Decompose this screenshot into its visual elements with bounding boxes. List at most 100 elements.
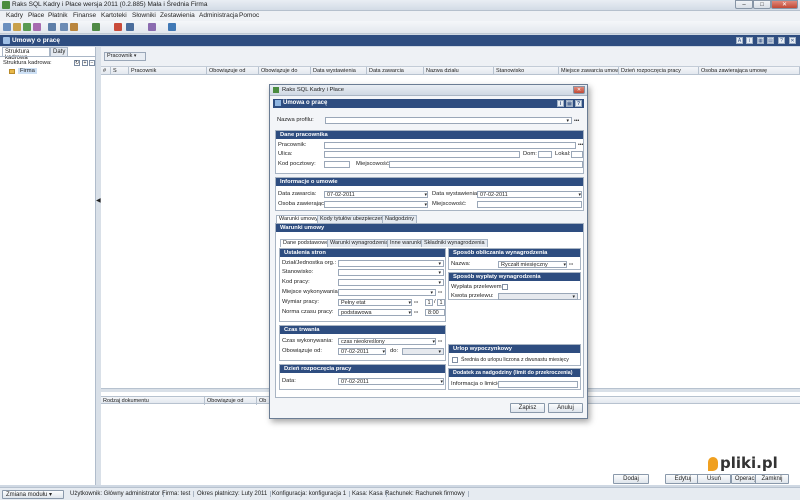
- street-input[interactable]: [324, 151, 520, 158]
- toolbar-icon-8[interactable]: [92, 23, 100, 31]
- menu-pomoc[interactable]: Pomoc: [239, 12, 259, 19]
- menu-kartoteki[interactable]: Kartoteki: [101, 12, 127, 19]
- workload-more-icon[interactable]: •••: [414, 299, 418, 304]
- postcode-input[interactable]: [324, 161, 350, 168]
- sort-icon[interactable]: A: [736, 37, 743, 44]
- refresh-icon[interactable]: ↻: [74, 60, 80, 66]
- toolbar-icon-10[interactable]: [126, 23, 134, 31]
- filter-pracownik[interactable]: Pracownik ▾: [104, 52, 146, 61]
- col-data-zawarcia[interactable]: Data zawarcia: [367, 67, 424, 75]
- employee-input[interactable]: [324, 142, 576, 149]
- close-icon[interactable]: ✕: [789, 37, 796, 44]
- col-b-obowiazuje-od[interactable]: Obowiązuje od: [205, 397, 257, 405]
- menu-place[interactable]: Płace: [28, 12, 44, 19]
- ratio-num[interactable]: 1: [425, 299, 433, 306]
- dialog-print-icon[interactable]: ▤: [566, 100, 573, 107]
- col-dzien-rozpoczecia[interactable]: Dzień rozpoczęcia pracy: [619, 67, 699, 75]
- workload-select[interactable]: Pełny etat ▾: [338, 299, 412, 306]
- duration-more-icon[interactable]: •••: [438, 338, 442, 343]
- col-obowiazuje-od[interactable]: Obowiązuje od: [207, 67, 259, 75]
- limit-input[interactable]: [498, 381, 578, 388]
- norm-hours[interactable]: 8:00: [425, 309, 445, 316]
- job-code-select[interactable]: ▾: [338, 279, 444, 286]
- toolbar-icon-11[interactable]: [148, 23, 156, 31]
- transfer-checkbox[interactable]: [502, 284, 508, 290]
- expand-icon[interactable]: +: [82, 60, 88, 66]
- duration-select[interactable]: czas nieokreślony ▾: [338, 338, 436, 345]
- employee-more-icon[interactable]: •••: [578, 142, 583, 148]
- toolbar-icon-7[interactable]: [70, 23, 78, 31]
- collapse-icon[interactable]: −: [89, 60, 95, 66]
- valid-from-input[interactable]: 07-02-2011 ▾: [338, 348, 386, 355]
- info-icon[interactable]: i: [746, 37, 753, 44]
- unit-select[interactable]: ▾: [338, 260, 444, 267]
- col-nazwa-dzialu[interactable]: Nazwa działu: [424, 67, 494, 75]
- ratio-den[interactable]: 1: [437, 299, 445, 306]
- menu-platnik[interactable]: Płatnik: [48, 12, 68, 19]
- menu-administracja[interactable]: Administracja: [199, 12, 238, 19]
- col-data-wystawienia[interactable]: Data wystawienia: [311, 67, 367, 75]
- workplace-select[interactable]: ▾: [338, 289, 436, 296]
- close-button[interactable]: ✕: [771, 0, 798, 9]
- grid-icon[interactable]: ▦: [757, 37, 764, 44]
- subtab-skladniki[interactable]: Składniki wynagrodzenia: [421, 239, 488, 247]
- col-osoba-zawierajaca[interactable]: Osoba zawierająca umowę: [699, 67, 800, 75]
- menu-slowniki[interactable]: Słowniki: [132, 12, 156, 19]
- menu-kadry[interactable]: Kadry: [6, 12, 23, 19]
- tab-warunki-umowy[interactable]: Warunki umowy: [276, 215, 321, 223]
- maximize-button[interactable]: □: [753, 0, 771, 9]
- col-miejsce-zawarcia[interactable]: Miejsce zawarcia umowy: [559, 67, 619, 75]
- col-obowiazuje-do[interactable]: Obowiązuje do: [259, 67, 311, 75]
- city-input[interactable]: [389, 161, 583, 168]
- col-num[interactable]: #: [101, 67, 111, 75]
- toolbar-icon-1[interactable]: [3, 23, 11, 31]
- toolbar-icon-5[interactable]: [48, 23, 56, 31]
- signer-input[interactable]: ▾: [324, 201, 428, 208]
- tab-daty[interactable]: Daty: [50, 47, 68, 56]
- help-icon[interactable]: ?: [778, 37, 785, 44]
- toolbar-icon-3[interactable]: [23, 23, 31, 31]
- col-rodzaj-dokumentu[interactable]: Rodzaj dokumentu: [101, 397, 205, 405]
- date-signed-input[interactable]: 07-02-2011 ▾: [324, 191, 428, 198]
- toolbar-icon-2[interactable]: [13, 23, 21, 31]
- date-issued-input[interactable]: 07-02-2011 ▾: [477, 191, 582, 198]
- subtab-inne-warunki[interactable]: Inne warunki: [387, 239, 425, 247]
- tab-struktura-kadrowa[interactable]: Struktura kadrowa: [2, 47, 50, 61]
- salary-more-icon[interactable]: •••: [569, 261, 573, 266]
- tree-item-firma[interactable]: Firma: [18, 68, 37, 74]
- toolbar-icon-4[interactable]: [33, 23, 41, 31]
- start-date-input[interactable]: 07-02-2011 ▾: [338, 378, 444, 385]
- profile-more-icon[interactable]: •••: [574, 118, 579, 124]
- toolbar-icon-9[interactable]: [114, 23, 122, 31]
- valid-to-input[interactable]: ▾: [402, 348, 444, 355]
- dialog-close-button[interactable]: ✕: [573, 86, 585, 94]
- place-input[interactable]: [477, 201, 582, 208]
- cancel-button[interactable]: Anuluj: [548, 403, 583, 413]
- zamknij-button[interactable]: Zamknij: [755, 474, 789, 484]
- norm-more-icon[interactable]: •••: [414, 309, 418, 314]
- minimize-button[interactable]: –: [735, 0, 753, 9]
- flat-input[interactable]: [571, 151, 583, 158]
- dodaj-button[interactable]: Dodaj: [613, 474, 649, 484]
- workplace-more-icon[interactable]: •••: [438, 289, 442, 294]
- norm-select[interactable]: podstawowa ▾: [338, 309, 412, 316]
- help-icon[interactable]: [168, 23, 176, 31]
- leave-checkbox[interactable]: [452, 357, 458, 363]
- tab-kody-tytulow[interactable]: Kody tytułów ubezpieczeń: [317, 215, 387, 223]
- col-s[interactable]: S: [111, 67, 129, 75]
- dialog-help-icon[interactable]: ?: [575, 100, 582, 107]
- print-icon[interactable]: ▤: [767, 37, 774, 44]
- collapse-left-icon[interactable]: ◀: [96, 197, 101, 204]
- profile-select[interactable]: ▾: [325, 117, 572, 124]
- toolbar-icon-6[interactable]: [60, 23, 68, 31]
- menu-finanse[interactable]: Finanse: [73, 12, 96, 19]
- save-button[interactable]: Zapisz: [510, 403, 545, 413]
- position-select[interactable]: ▾: [338, 269, 444, 276]
- col-stanowisko[interactable]: Stanowisko: [494, 67, 559, 75]
- dialog-info-icon[interactable]: i: [557, 100, 564, 107]
- house-input[interactable]: [538, 151, 552, 158]
- tab-nadgodziny[interactable]: Nadgodziny: [382, 215, 418, 223]
- usun-button[interactable]: Usuń: [697, 474, 731, 484]
- transfer-amount-input[interactable]: ▾: [498, 293, 578, 300]
- salary-name-select[interactable]: Ryczałt miesięczny ▾: [498, 261, 567, 268]
